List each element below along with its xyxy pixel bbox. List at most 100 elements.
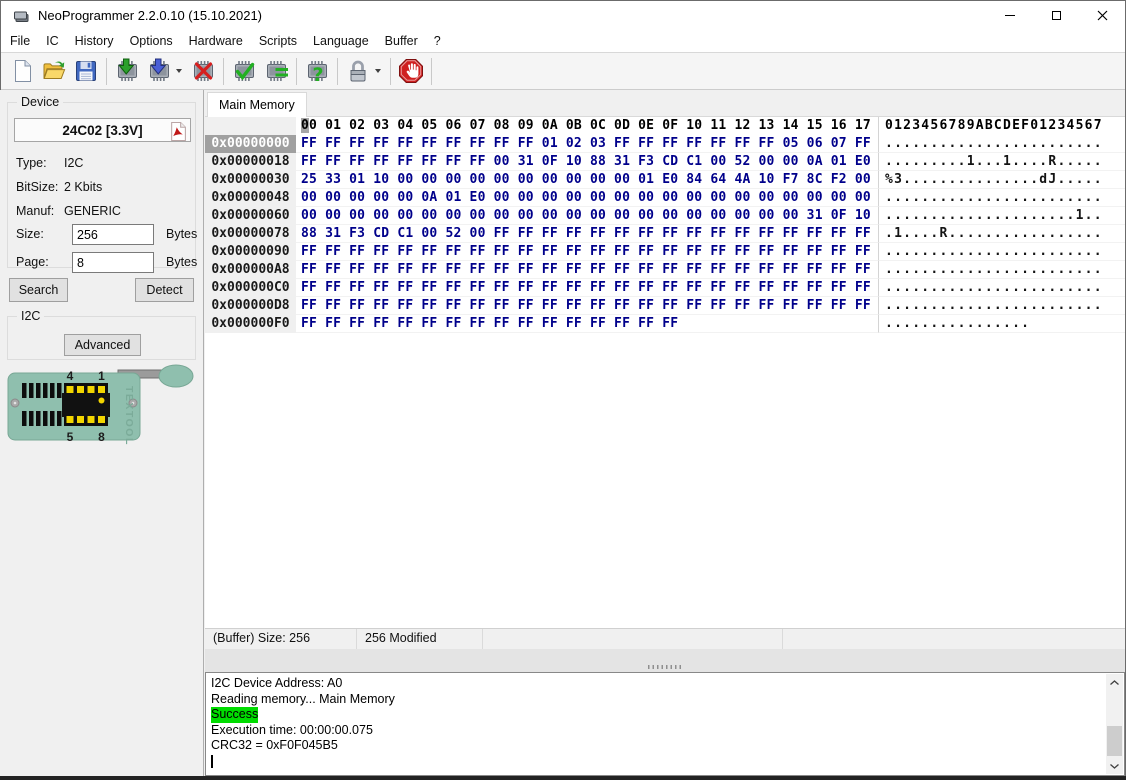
- pdf-datasheet-icon[interactable]: [169, 122, 187, 141]
- menu-item-hardware[interactable]: Hardware: [181, 30, 251, 52]
- hex-ascii[interactable]: ........................: [878, 243, 1125, 261]
- hex-bytes[interactable]: FF FF FF FF FF FF FF FF FF FF FF FF FF F…: [296, 261, 878, 279]
- hex-row: 0x000000F0 FF FF FF FF FF FF FF FF FF FF …: [205, 315, 1125, 333]
- hex-ascii[interactable]: ........................: [878, 261, 1125, 279]
- hex-header-row: 00 01 02 03 04 05 06 07 08 09 0A 0B 0C 0…: [205, 117, 1125, 135]
- text-caret: [211, 754, 213, 768]
- hex-bytes[interactable]: FF FF FF FF FF FF FF FF FF FF FF FF FF F…: [296, 243, 878, 261]
- write-chip-dropdown-caret[interactable]: [176, 69, 182, 73]
- menu-item-ic[interactable]: IC: [38, 30, 67, 52]
- menu-item-history[interactable]: History: [67, 30, 122, 52]
- new-file-button[interactable]: [6, 56, 38, 87]
- hex-bytes[interactable]: 00 00 00 00 00 0A 01 E0 00 00 00 00 00 0…: [296, 189, 878, 207]
- ascii-column-header: 0123456789ABCDEF01234567: [878, 117, 1125, 135]
- advanced-button[interactable]: Advanced: [64, 334, 141, 356]
- socket-brand-label: TEXTOOL: [123, 386, 135, 446]
- hex-ascii[interactable]: .1....R.................: [878, 225, 1125, 243]
- selected-device-name: 24C02 [3.3V]: [62, 122, 143, 138]
- blank-check-chip-icon: ?: [304, 58, 330, 84]
- inserted-chip: [62, 383, 110, 426]
- device-panel: Device 24C02 [3.3V] Type: I2C BitSize: 2 Kb…: [0, 90, 204, 776]
- blank-check-chip-button[interactable]: ?: [301, 56, 333, 87]
- device-info-label: BitSize:: [16, 180, 59, 194]
- menu-item-scripts[interactable]: Scripts: [251, 30, 305, 52]
- open-file-button[interactable]: [38, 56, 70, 87]
- lock-button[interactable]: [342, 56, 374, 87]
- write-chip-icon: [146, 58, 172, 84]
- device-info-value: 2 Kbits: [64, 180, 103, 194]
- window-controls: [987, 1, 1125, 30]
- stop-button[interactable]: [395, 56, 427, 87]
- new-file-icon: [9, 58, 35, 84]
- maximize-icon: [1051, 11, 1061, 20]
- save-file-button[interactable]: [70, 56, 102, 87]
- hex-ascii[interactable]: %3...............dJ.....: [878, 171, 1125, 189]
- menu-item-options[interactable]: Options: [122, 30, 181, 52]
- verify-chip-button[interactable]: [228, 56, 260, 87]
- device-info-label: Type:: [16, 156, 47, 170]
- scroll-down-icon[interactable]: [1106, 758, 1123, 773]
- close-icon: [1097, 10, 1107, 21]
- hex-ascii[interactable]: ........................: [878, 189, 1125, 207]
- maximize-button[interactable]: [1033, 1, 1079, 30]
- close-button[interactable]: [1079, 1, 1125, 30]
- lock-dropdown-caret[interactable]: [375, 69, 381, 73]
- hex-ascii[interactable]: ........................: [878, 297, 1125, 315]
- window-title: NeoProgrammer 2.2.0.10 (15.10.2021): [38, 8, 263, 23]
- hex-bytes[interactable]: FF FF FF FF FF FF FF FF FF FF 01 02 03 F…: [296, 135, 878, 153]
- hex-editor: 00 01 02 03 04 05 06 07 08 09 0A 0B 0C 0…: [205, 117, 1125, 628]
- hex-ascii[interactable]: .........1...1....R.....: [878, 153, 1125, 171]
- erase-chip-button[interactable]: [187, 56, 219, 87]
- read-chip-button[interactable]: [111, 56, 143, 87]
- toolbar-separator: [296, 57, 297, 85]
- hex-ascii[interactable]: ........................: [878, 279, 1125, 297]
- device-info-label: Manuf:: [16, 204, 55, 218]
- detect-button[interactable]: Detect: [135, 278, 194, 302]
- search-button[interactable]: Search: [9, 278, 68, 302]
- write-chip-button[interactable]: [143, 56, 175, 87]
- scrollbar-thumb[interactable]: [1107, 726, 1122, 756]
- selected-device-box[interactable]: 24C02 [3.3V]: [14, 118, 191, 142]
- hex-address: 0x00000060: [205, 207, 296, 225]
- hex-bytes[interactable]: 25 33 01 10 00 00 00 00 00 00 00 00 00 0…: [296, 171, 878, 189]
- hex-column-header: 00 01 02 03 04 05 06 07 08 09 0A 0B 0C 0…: [301, 118, 871, 133]
- hex-row: 0x00000000 FF FF FF FF FF FF FF FF FF FF …: [205, 135, 1125, 153]
- menu-item-buffer[interactable]: Buffer: [377, 30, 426, 52]
- log-scrollbar[interactable]: [1106, 674, 1123, 774]
- page-input[interactable]: [72, 252, 154, 273]
- i2c-group-label: I2C: [17, 309, 45, 323]
- toolbar-separator: [106, 57, 107, 85]
- menu-item-file[interactable]: File: [2, 30, 38, 52]
- size-row: Size: Bytes: [16, 224, 197, 249]
- device-info-value: I2C: [64, 156, 84, 170]
- hex-ascii[interactable]: ................: [878, 315, 1125, 333]
- hex-bytes[interactable]: FF FF FF FF FF FF FF FF FF FF FF FF FF F…: [296, 297, 878, 315]
- hex-ascii[interactable]: .....................1..: [878, 207, 1125, 225]
- hex-tab-strip: Main Memory: [205, 90, 1125, 117]
- hex-address: 0x000000F0: [205, 315, 296, 333]
- hex-ascii[interactable]: ........................: [878, 135, 1125, 153]
- scroll-up-icon[interactable]: [1106, 675, 1123, 690]
- hex-bytes[interactable]: FF FF FF FF FF FF FF FF FF FF FF FF FF F…: [296, 279, 878, 297]
- log-lines: I2C Device Address: A0 Reading memory... …: [211, 676, 1104, 768]
- log-line: I2C Device Address: A0: [211, 676, 343, 690]
- toolbar-separator: [390, 57, 391, 85]
- hex-bytes[interactable]: 88 31 F3 CD C1 00 52 00 FF FF FF FF FF F…: [296, 225, 878, 243]
- splitter-grip-icon[interactable]: [648, 665, 682, 669]
- minimize-button[interactable]: [987, 1, 1033, 30]
- tab-main-memory[interactable]: Main Memory: [207, 92, 307, 117]
- menu-item-language[interactable]: Language: [305, 30, 377, 52]
- device-info-row: Manuf: GENERIC: [16, 204, 121, 220]
- hex-row: 0x000000C0 FF FF FF FF FF FF FF FF FF FF …: [205, 279, 1125, 297]
- svg-text:?: ?: [312, 64, 323, 84]
- compare-chip-button[interactable]: [260, 56, 292, 87]
- log-line: Execution time: 00:00:00.075: [211, 722, 373, 737]
- menu-item-help[interactable]: ?: [426, 30, 449, 52]
- hex-row: 0x00000048 00 00 00 00 00 0A 01 E0 00 00 …: [205, 189, 1125, 207]
- toolbar-separator: [223, 57, 224, 85]
- hex-bytes[interactable]: FF FF FF FF FF FF FF FF FF FF FF FF FF F…: [296, 315, 878, 333]
- hex-bytes[interactable]: FF FF FF FF FF FF FF FF 00 31 0F 10 88 3…: [296, 153, 878, 171]
- size-input[interactable]: [72, 224, 154, 245]
- device-groupbox: Device 24C02 [3.3V] Type: I2C BitSize: 2 Kb…: [7, 95, 197, 273]
- hex-bytes[interactable]: 00 00 00 00 00 00 00 00 00 00 00 00 00 0…: [296, 207, 878, 225]
